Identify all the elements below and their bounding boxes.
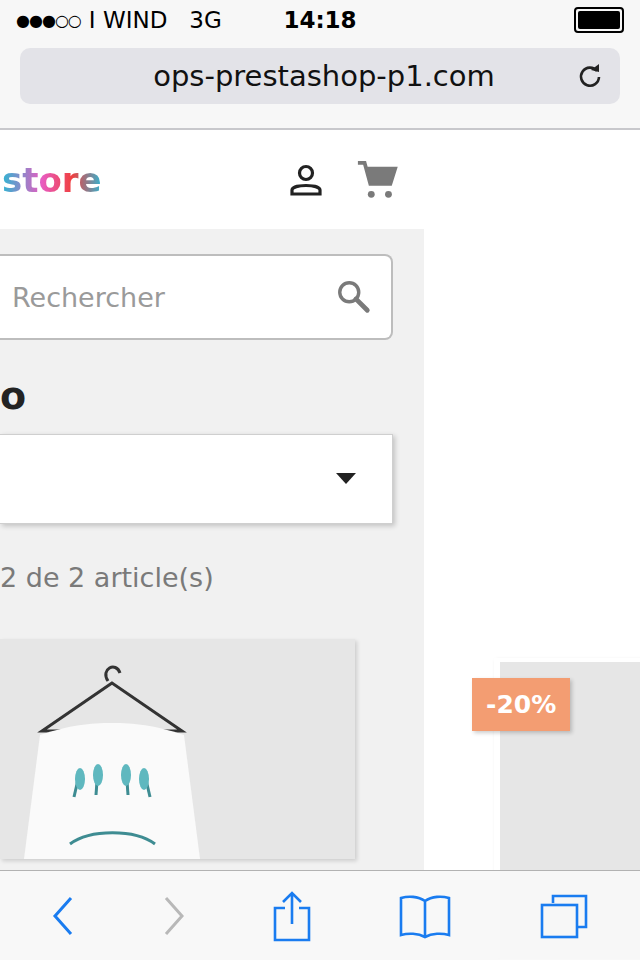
search-field[interactable]: Rechercher	[0, 254, 393, 340]
network-type: 3G	[189, 7, 221, 33]
url-text[interactable]: ops-prestashop-p1.com	[80, 59, 568, 93]
product-count: 2 de 2 article(s)	[0, 560, 393, 596]
share-button[interactable]	[266, 890, 318, 942]
signal-strength: ●●●○○	[16, 11, 81, 30]
browser-toolbar	[0, 870, 640, 960]
status-bar: ●●●○○ I WIND 3G 14:18	[0, 0, 640, 40]
share-icon[interactable]	[272, 890, 312, 942]
forward-icon[interactable]	[162, 894, 186, 938]
product-image[interactable]	[0, 639, 355, 859]
user-icon[interactable]	[288, 162, 324, 198]
bookmarks-button[interactable]	[392, 893, 458, 939]
caret-down-icon[interactable]	[336, 473, 356, 485]
back-icon[interactable]	[51, 894, 75, 938]
bookmarks-icon[interactable]	[398, 893, 452, 939]
web-page: store Rechercher o 2 de 2 article(s) -20…	[0, 130, 640, 960]
carrier: I WIND	[89, 7, 168, 33]
search-icon[interactable]	[335, 278, 373, 316]
site-header: store	[0, 130, 640, 229]
reload-icon[interactable]	[576, 62, 604, 90]
tabs-button[interactable]	[533, 893, 595, 939]
product-list-column: Rechercher o 2 de 2 article(s)	[0, 229, 424, 960]
address-bar[interactable]: ops-prestashop-p1.com	[20, 48, 620, 104]
sort-dropdown[interactable]	[0, 434, 393, 524]
category-title: o	[0, 370, 393, 422]
cart-icon[interactable]	[356, 159, 398, 201]
discount-badge: -20%	[472, 678, 570, 731]
store-logo[interactable]: store	[2, 160, 102, 200]
browser-chrome: ●●●○○ I WIND 3G 14:18 ops-prestashop-p1.…	[0, 0, 640, 130]
phone-screen: ●●●○○ I WIND 3G 14:18 ops-prestashop-p1.…	[0, 0, 640, 960]
clock: 14:18	[283, 7, 356, 33]
search-placeholder[interactable]: Rechercher	[12, 282, 165, 313]
product-card[interactable]	[0, 639, 355, 859]
back-button[interactable]	[45, 894, 81, 938]
battery-icon	[574, 7, 624, 33]
forward-button[interactable]	[156, 894, 192, 938]
tabs-icon[interactable]	[539, 893, 589, 939]
